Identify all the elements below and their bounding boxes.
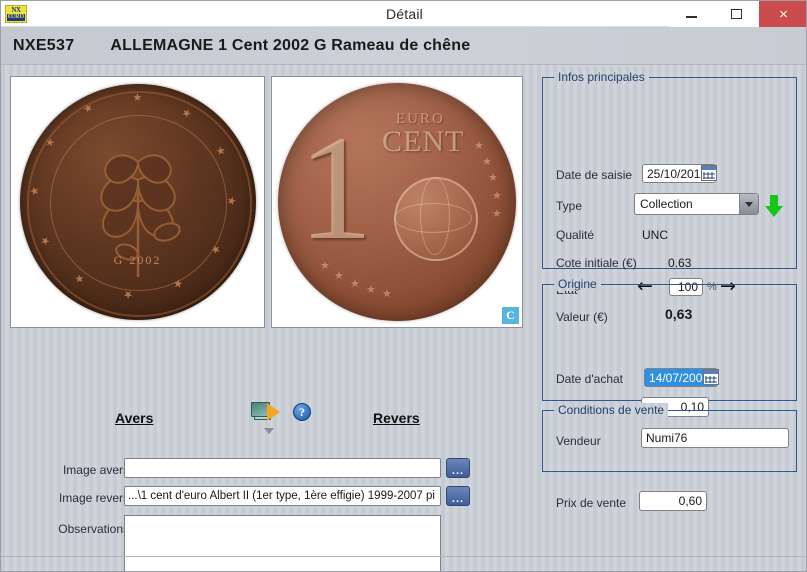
close-icon: × <box>779 5 788 23</box>
legend-origine: Origine <box>554 277 601 291</box>
label-image-revers: Image revers <box>58 491 129 505</box>
green-down-arrow-icon[interactable] <box>765 195 783 217</box>
label-qualite: Qualité <box>556 228 595 242</box>
detail-dialog-window: NX €URO Détail × NXE537 ALLEMAGNE 1 Cent… <box>0 0 807 572</box>
legend-conditions-vente: Conditions de vente <box>554 403 669 417</box>
label-cote-initiale: Cote initiale (€) <box>556 256 637 270</box>
help-icon[interactable]: ? <box>293 403 311 421</box>
coin-revers-artwork: 1 EURO CENT ★ ★ ★ ★ ★ ★ ★ ★ ★ ★ <box>278 83 516 321</box>
label-avers[interactable]: Avers <box>115 410 153 426</box>
image-watermark: C <box>502 307 519 324</box>
calendar-icon[interactable] <box>703 369 719 385</box>
dialog-body: ★ ★ ★ ★ ★ ★ ★ ★ ★ ★ ★ ★ G 2002 1 EURO CE… <box>1 65 806 571</box>
coin-mint-date: G 2002 <box>113 253 162 268</box>
label-date-saisie: Date de saisie <box>556 168 633 182</box>
label-revers[interactable]: Revers <box>373 410 420 426</box>
coin-avers-artwork: ★ ★ ★ ★ ★ ★ ★ ★ ★ ★ ★ ★ G 2002 <box>19 84 256 320</box>
value-cote-initiale: 0.63 <box>668 256 692 270</box>
label-observations: Observations <box>58 522 129 536</box>
type-select-value: Collection <box>640 197 693 211</box>
prix-vente-input[interactable]: 0,60 <box>639 491 707 511</box>
chevron-down-icon[interactable] <box>264 428 274 434</box>
group-conditions-vente: Conditions de vente <box>542 403 797 472</box>
value-qualite: UNC <box>642 228 668 242</box>
title-bar: NX €URO Détail × <box>1 1 806 27</box>
label-prix-vente: Prix de vente <box>556 496 627 510</box>
minimize-icon <box>686 16 697 18</box>
coin-image-avers[interactable]: ★ ★ ★ ★ ★ ★ ★ ★ ★ ★ ★ ★ G 2002 <box>10 76 265 328</box>
revers-stars: ★ ★ ★ ★ ★ ★ ★ ★ ★ ★ <box>320 140 502 300</box>
arrow-right-shape <box>267 403 280 421</box>
label-image-avers: Image avers <box>62 463 129 477</box>
browse-avers-button[interactable]: ... <box>446 458 470 478</box>
oak-twig-icon <box>99 154 181 277</box>
close-button[interactable]: × <box>759 1 806 27</box>
chevron-down-icon[interactable] <box>739 194 758 214</box>
record-header: NXE537 ALLEMAGNE 1 Cent 2002 G Rameau de… <box>1 27 806 65</box>
browse-revers-button[interactable]: ... <box>446 486 470 506</box>
image-avers-input[interactable] <box>124 458 441 478</box>
swap-images-icon[interactable] <box>251 401 289 423</box>
logo-line-1: NX <box>11 5 21 14</box>
arrow-head <box>765 206 783 217</box>
type-select[interactable]: Collection <box>634 193 759 215</box>
maximize-button[interactable] <box>714 1 759 27</box>
footer-divider <box>1 556 806 557</box>
image-revers-input[interactable]: ...\1 cent d'euro Albert II (1er type, 1… <box>124 486 441 506</box>
maximize-icon <box>731 9 742 19</box>
minimize-button[interactable] <box>669 1 714 27</box>
observations-textarea[interactable] <box>124 515 441 571</box>
legend-infos-principales: Infos principales <box>554 70 649 84</box>
window-controls: × <box>669 1 806 27</box>
label-type: Type <box>556 199 583 213</box>
record-title: ALLEMAGNE 1 Cent 2002 G Rameau de chêne <box>110 36 471 54</box>
record-code: NXE537 <box>13 36 75 54</box>
label-date-achat: Date d'achat <box>556 372 624 386</box>
logo-line-2: €URO <box>6 13 26 21</box>
nx-euro-logo-icon: NX €URO <box>5 4 27 23</box>
calendar-icon[interactable] <box>701 165 717 181</box>
stars-ring: ★ ★ ★ ★ ★ ★ ★ ★ ★ ★ ★ ★ <box>28 92 237 301</box>
coin-image-revers[interactable]: 1 EURO CENT ★ ★ ★ ★ ★ ★ ★ ★ ★ ★ C <box>271 76 523 328</box>
